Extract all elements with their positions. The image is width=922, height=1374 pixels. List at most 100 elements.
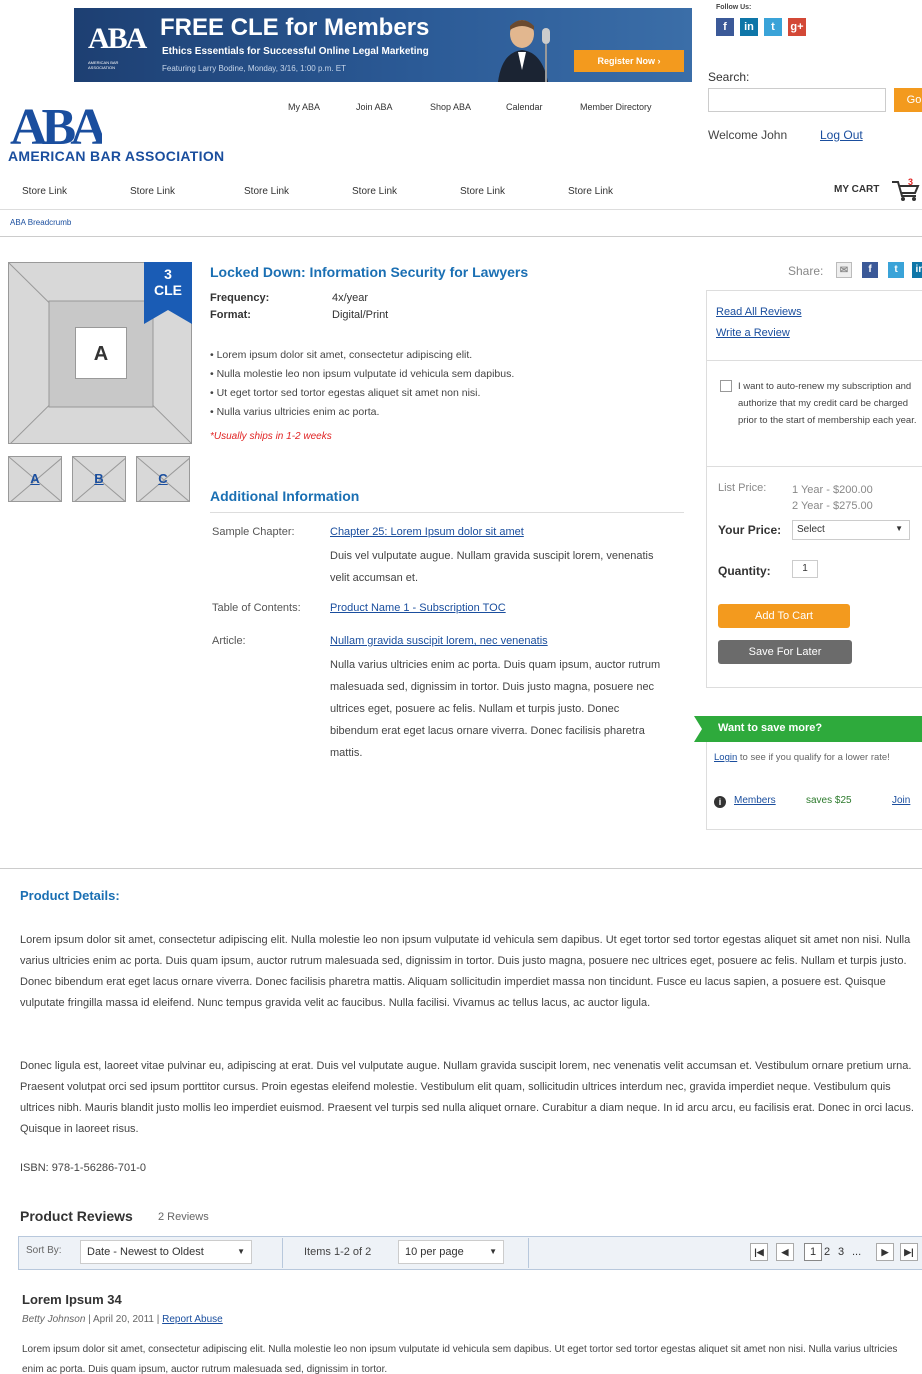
page-3[interactable]: 3 (838, 1246, 844, 1258)
members-link[interactable]: Members (734, 795, 776, 806)
sort-value: Date - Newest to Oldest (87, 1246, 204, 1258)
store-link[interactable]: Store Link (244, 186, 289, 197)
share-label: Share: (788, 264, 824, 278)
promo-banner[interactable]: ABA AMERICAN BAR ASSOCIATION FREE CLE for… (74, 8, 692, 82)
sample-chapter-link[interactable]: Chapter 25: Lorem Ipsum dolor sit amet (330, 526, 524, 538)
your-price-value: Select (797, 524, 825, 535)
auto-renew-text: I want to auto-renew my subscription and… (738, 381, 917, 426)
list-item: • Nulla molestie leo non ipsum vulputate… (210, 368, 515, 380)
list-price-1year: 1 Year - $200.00 (792, 484, 873, 496)
banner-title: FREE CLE for Members (160, 14, 430, 41)
additional-info-title: Additional Information (210, 488, 360, 504)
page-2[interactable]: 2 (824, 1246, 830, 1258)
save-more-title: Want to save more? (718, 722, 823, 734)
review-date: April 20, 2011 (92, 1314, 154, 1325)
article-link[interactable]: Nullam gravida suscipit lorem, nec venen… (330, 635, 548, 647)
save-for-later-button[interactable]: Save For Later (718, 640, 852, 664)
prev-page-icon[interactable]: ◀ (776, 1243, 794, 1261)
nav-join-aba[interactable]: Join ABA (356, 102, 393, 112)
thumbnail-a[interactable]: A (8, 456, 62, 502)
logo-name[interactable]: AMERICAN BAR ASSOCIATION (8, 148, 224, 164)
last-page-icon[interactable]: ▶| (900, 1243, 918, 1261)
facebook-icon[interactable]: f (862, 262, 878, 278)
format-value: Digital/Print (332, 309, 389, 321)
report-abuse-link[interactable]: Report Abuse (162, 1314, 223, 1325)
read-all-reviews-link[interactable]: Read All Reviews (716, 306, 802, 318)
feature-list: • Lorem ipsum dolor sit amet, consectetu… (210, 346, 514, 422)
my-cart-label[interactable]: MY CART (834, 184, 879, 195)
thumbnail-c[interactable]: C (136, 456, 190, 502)
frequency-label: Frequency: (210, 292, 270, 304)
login-link[interactable]: Login (714, 752, 737, 763)
next-page-icon[interactable]: ▶ (876, 1243, 894, 1261)
twitter-icon[interactable]: t (888, 262, 904, 278)
nav-member-directory[interactable]: Member Directory (580, 102, 652, 112)
divider (210, 512, 684, 513)
banner-subtitle: Ethics Essentials for Successful Online … (162, 46, 429, 57)
facebook-icon[interactable]: f (716, 18, 734, 36)
list-item: • Ut eget tortor sed tortor egestas aliq… (210, 387, 481, 399)
list-item: • Lorem ipsum dolor sit amet, consectetu… (210, 349, 473, 361)
divider (282, 1238, 283, 1268)
quantity-label: Quantity: (718, 564, 771, 578)
first-page-icon[interactable]: |◀ (750, 1243, 768, 1261)
join-link[interactable]: Join (892, 795, 910, 806)
linkedin-icon[interactable]: in (912, 262, 922, 278)
per-page-select[interactable]: 10 per page ▼ (398, 1240, 504, 1264)
thumbnail-label[interactable]: A (9, 471, 61, 486)
cart-icon[interactable]: 3 (890, 176, 920, 202)
your-price-select[interactable]: Select ▼ (792, 520, 910, 540)
product-reviews-title: Product Reviews (20, 1208, 133, 1224)
nav-shop-aba[interactable]: Shop ABA (430, 102, 471, 112)
nav-my-aba[interactable]: My ABA (288, 102, 320, 112)
add-to-cart-button[interactable]: Add To Cart (718, 604, 850, 628)
members-savings: saves $25 (806, 795, 852, 806)
page-1[interactable]: 1 (804, 1243, 822, 1261)
banner-aba-logo: ABA AMERICAN BAR ASSOCIATION (88, 22, 147, 70)
list-price-label: List Price: (718, 482, 767, 494)
cle-badge: 3 CLE (144, 266, 192, 298)
product-details-paragraph: Donec ligula est, laoreet vitae pulvinar… (20, 1060, 914, 1135)
write-review-link[interactable]: Write a Review (716, 327, 790, 339)
logo-mark: ABA (10, 100, 102, 148)
linkedin-icon[interactable]: in (740, 18, 758, 36)
store-link[interactable]: Store Link (568, 186, 613, 197)
chevron-down-icon: ▼ (489, 1247, 497, 1256)
thumbnail-label[interactable]: C (137, 471, 189, 486)
register-now-button[interactable]: Register Now › (574, 50, 684, 72)
speaker-photo (498, 20, 550, 82)
breadcrumb[interactable]: ABA Breadcrumb (10, 218, 71, 227)
search-go-button[interactable]: Go (894, 88, 922, 112)
isbn: ISBN: 978-1-56286-701-0 (20, 1162, 146, 1174)
quantity-input[interactable]: 1 (792, 560, 818, 578)
thumbnail-label[interactable]: B (73, 471, 125, 486)
store-link[interactable]: Store Link (130, 186, 175, 197)
store-nav: Store Link Store Link Store Link Store L… (0, 176, 922, 210)
store-link[interactable]: Store Link (22, 186, 67, 197)
logout-link[interactable]: Log Out (820, 128, 863, 142)
search-input[interactable] (708, 88, 886, 112)
nav-calendar[interactable]: Calendar (506, 102, 543, 112)
toc-link[interactable]: Product Name 1 - Subscription TOC (330, 602, 506, 614)
thumbnail-b[interactable]: B (72, 456, 126, 502)
store-link[interactable]: Store Link (460, 186, 505, 197)
review-meta: Betty Johnson | April 20, 2011 | Report … (22, 1314, 223, 1325)
googleplus-icon[interactable]: g+ (788, 18, 806, 36)
auto-renew-checkbox[interactable] (720, 380, 732, 392)
shipping-notice: *Usually ships in 1-2 weeks (210, 431, 332, 442)
divider (0, 868, 922, 869)
sort-select[interactable]: Date - Newest to Oldest ▼ (80, 1240, 252, 1264)
twitter-icon[interactable]: t (764, 18, 782, 36)
review-author: Betty Johnson (22, 1314, 86, 1325)
per-page-value: 10 per page (405, 1246, 464, 1258)
article-label: Article: (212, 635, 246, 647)
review-title: Lorem Ipsum 34 (22, 1292, 122, 1307)
aba-logo-icon[interactable]: ABA (10, 100, 102, 148)
list-price-values: 1 Year - $200.00 2 Year - $275.00 (792, 482, 873, 514)
email-icon[interactable]: ✉ (836, 262, 852, 278)
divider (0, 236, 922, 237)
banner-detail: Featuring Larry Bodine, Monday, 3/16, 1:… (162, 64, 346, 73)
cle-credits: 3 (164, 266, 172, 282)
store-link[interactable]: Store Link (352, 186, 397, 197)
login-prompt-text: to see if you qualify for a lower rate! (737, 752, 890, 763)
